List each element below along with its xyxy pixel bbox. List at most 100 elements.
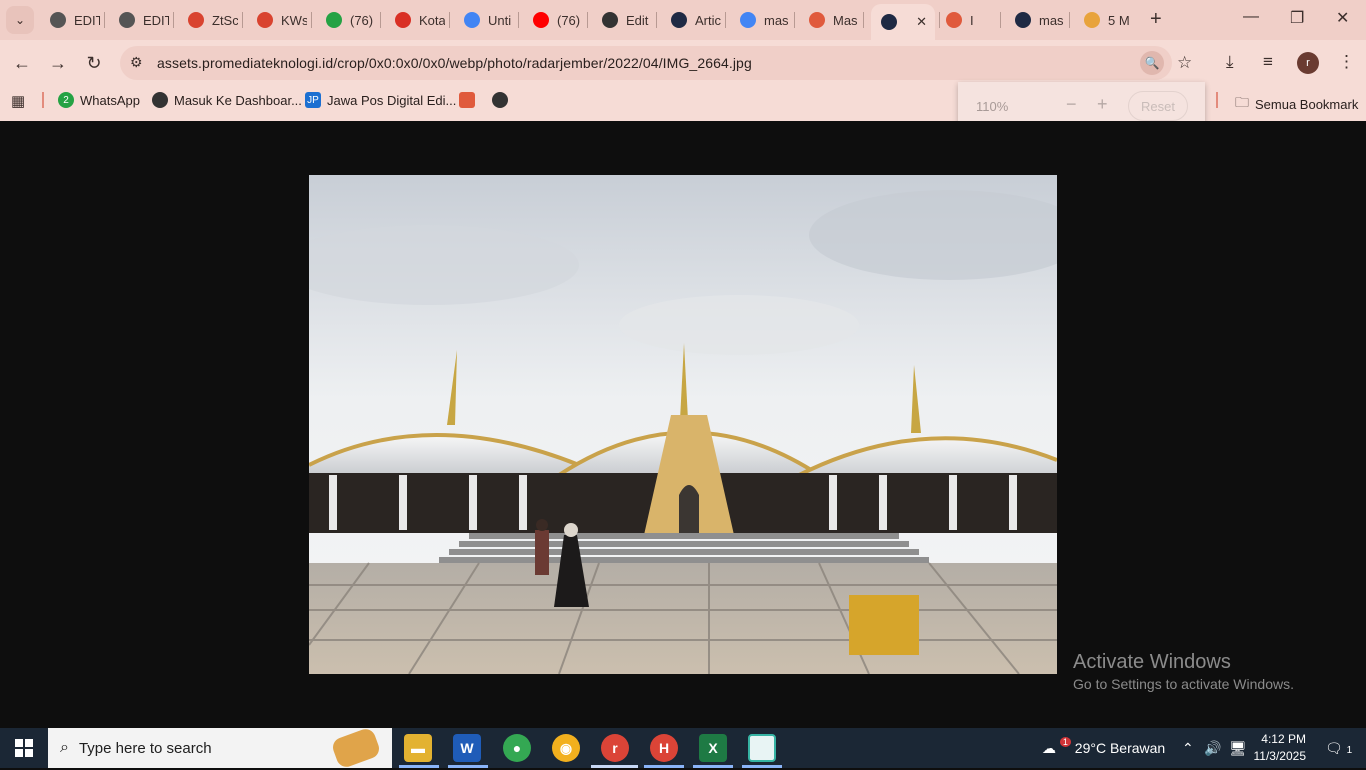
restore-button[interactable]: ❐: [1290, 8, 1304, 28]
reload-button[interactable]: ↻: [82, 51, 106, 75]
url-text[interactable]: assets.promediateknologi.id/crop/0x0:0x0…: [157, 55, 752, 71]
all-bookmarks-button[interactable]: 🗀 Semua Bookmark: [1235, 92, 1358, 116]
browser-tab[interactable]: I: [936, 6, 996, 34]
all-bookmarks-label: Semua Bookmark: [1255, 96, 1359, 112]
tab-separator: [242, 12, 243, 28]
tab-separator: [173, 12, 174, 28]
word-icon[interactable]: W: [453, 734, 481, 762]
file-explorer-icon[interactable]: ▬: [404, 734, 432, 762]
bookmark-item[interactable]: JP Jawa Pos Digital Edi...: [305, 92, 456, 108]
browser-tab[interactable]: mas: [1005, 6, 1065, 34]
chrome-icon[interactable]: ●: [503, 734, 531, 762]
clock-time: 4:12 PM: [1261, 732, 1306, 746]
tab-label: ZtSc: [212, 12, 238, 28]
browser-tab[interactable]: KWs: [247, 6, 307, 34]
tab-label: (76): [350, 12, 374, 28]
tab-label: (76): [557, 12, 581, 28]
minimize-button[interactable]: —: [1243, 8, 1259, 26]
mosque-photo-image: [309, 175, 1057, 674]
media-control-icon[interactable]: ≡: [1263, 52, 1273, 72]
whatsapp-icon: [326, 12, 342, 28]
tab-strip: ⌄ EDIT EDIT ZtSc KWs (76) Kota Unti (76) Edit Art…: [0, 0, 1366, 40]
tab-label: mas: [764, 12, 789, 28]
bookmark-item[interactable]: [492, 92, 508, 108]
browser-tab[interactable]: Edit: [592, 6, 652, 34]
notepad-icon[interactable]: [748, 734, 776, 762]
clock-date: 11/3/2025: [1253, 749, 1307, 763]
tab-search-button[interactable]: ⌄: [6, 6, 34, 34]
address-bar[interactable]: ⚙ assets.promediateknologi.id/crop/0x0:0…: [120, 46, 1172, 80]
browser-tab[interactable]: ZtSc: [178, 6, 238, 34]
browser-tab[interactable]: Mas: [799, 6, 859, 34]
start-button[interactable]: [0, 728, 48, 768]
tab-separator: [449, 12, 450, 28]
tab-label: 5 M: [1108, 12, 1130, 28]
site-info-icon[interactable]: ⚙: [130, 54, 143, 71]
sandwich-icon: [330, 726, 382, 770]
tab-label: Edit: [626, 12, 649, 28]
clock[interactable]: 4:12 PM 11/3/2025: [1226, 731, 1307, 765]
gmail-icon: [395, 12, 411, 28]
back-button[interactable]: ←: [10, 51, 34, 75]
jr-icon: [809, 12, 825, 28]
tab-label: mas: [1039, 12, 1064, 28]
close-tab-icon[interactable]: ✕: [916, 14, 927, 30]
notification-center-button[interactable]: 🗨 1: [1325, 740, 1352, 757]
zoom-icon[interactable]: 🔍: [1140, 51, 1164, 75]
browser-tab[interactable]: Kota: [385, 6, 445, 34]
weather-widget[interactable]: ☁ 1 29°C Berawan: [1042, 737, 1165, 757]
tab-separator: [1069, 12, 1070, 28]
taskbar-search[interactable]: ⌕ Type here to search: [48, 726, 392, 770]
browser-tab[interactable]: 5 M: [1074, 6, 1134, 34]
bookmark-label: Masuk Ke Dashboar...: [174, 92, 302, 108]
tab-label: EDIT: [143, 12, 169, 28]
download-icon[interactable]: ⤓: [1226, 52, 1234, 72]
chrome-profile-h-icon[interactable]: H: [650, 734, 678, 762]
app-icon[interactable]: ◉: [552, 734, 580, 762]
forward-button[interactable]: →: [46, 51, 70, 75]
apps-grid-icon[interactable]: ▦: [11, 92, 25, 110]
tab-label: Artic: [695, 12, 721, 28]
browser-tab[interactable]: Artic: [661, 6, 721, 34]
tab-separator: [104, 12, 105, 28]
zoom-in-button[interactable]: +: [1097, 94, 1108, 115]
new-tab-button[interactable]: +: [1150, 8, 1162, 31]
browser-tab[interactable]: (76): [523, 6, 583, 34]
jr-icon: [459, 92, 475, 108]
bookmark-item[interactable]: 2 WhatsApp: [58, 92, 140, 108]
browser-tab[interactable]: ✕: [871, 4, 935, 40]
jr-icon: [946, 12, 962, 28]
browser-tab[interactable]: EDIT: [40, 6, 100, 34]
tab-label: Unti: [488, 12, 512, 28]
browser-tab[interactable]: Unti: [454, 6, 514, 34]
bookmark-star-icon[interactable]: ☆: [1177, 53, 1192, 73]
tab-label: KWs: [281, 12, 307, 28]
volume-icon[interactable]: 🔊: [1204, 740, 1221, 757]
windows-logo-icon: [15, 739, 33, 757]
zoom-out-button[interactable]: −: [1066, 94, 1077, 115]
close-window-button[interactable]: ✕: [1336, 8, 1349, 28]
excel-icon[interactable]: X: [699, 734, 727, 762]
whatsapp-icon: 2: [58, 92, 74, 108]
browser-tab[interactable]: EDIT: [109, 6, 169, 34]
chrome-profile-r-icon[interactable]: r: [601, 734, 629, 762]
bookmark-item[interactable]: Masuk Ke Dashboar...: [152, 92, 302, 108]
browser-tab[interactable]: (76): [316, 6, 376, 34]
bookmark-separator: [42, 92, 44, 108]
show-hidden-icons-button[interactable]: ⌃: [1182, 740, 1194, 757]
jp-icon: JP: [305, 92, 321, 108]
zoom-reset-button[interactable]: Reset: [1128, 91, 1188, 121]
browser-tab[interactable]: mas: [730, 6, 790, 34]
tab-separator: [1000, 12, 1001, 28]
tab-label: EDIT: [74, 12, 100, 28]
tab-separator: [518, 12, 519, 28]
menu-kebab-icon[interactable]: ⋮: [1338, 52, 1355, 72]
globe-icon: [119, 12, 135, 28]
folder-icon: 🗀: [1235, 94, 1249, 110]
youtube-icon: [533, 12, 549, 28]
profile-avatar[interactable]: r: [1297, 52, 1319, 74]
tab-separator: [587, 12, 588, 28]
activate-windows-title: Activate Windows: [1073, 651, 1231, 673]
bookmark-item[interactable]: [459, 92, 475, 108]
bookmark-label: Jawa Pos Digital Edi...: [327, 92, 457, 108]
